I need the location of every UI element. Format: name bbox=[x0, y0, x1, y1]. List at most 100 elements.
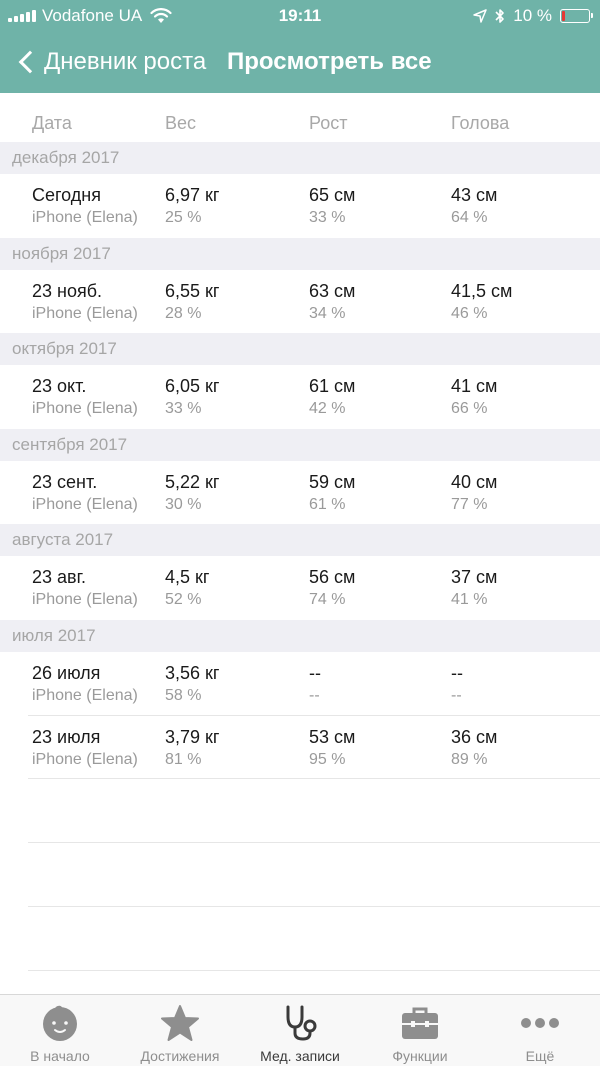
entry-height: 53 см bbox=[309, 727, 356, 747]
tab-home[interactable]: В начало bbox=[0, 995, 120, 1066]
entry-weight-percentile: 28 % bbox=[165, 305, 202, 322]
row-separator bbox=[28, 906, 600, 907]
entry-weight-percentile: 81 % bbox=[165, 751, 202, 768]
entry-head: 41 см bbox=[451, 376, 498, 396]
more-dots-icon bbox=[521, 1018, 559, 1028]
entry-weight: 5,22 кг bbox=[165, 472, 220, 492]
column-header-head: Голова bbox=[451, 113, 510, 133]
column-header-weight: Вес bbox=[165, 113, 197, 133]
entry-date: 26 июля bbox=[32, 663, 101, 683]
entry-source: iPhone (Elena) bbox=[32, 687, 138, 704]
section-header: декабря 2017 bbox=[0, 142, 600, 174]
star-icon bbox=[161, 1005, 199, 1041]
row-separator bbox=[28, 842, 600, 843]
entry-source: iPhone (Elena) bbox=[32, 400, 138, 417]
column-header-date: Дата bbox=[32, 113, 72, 133]
entry-head-percentile: 89 % bbox=[451, 751, 488, 768]
entry-weight-percentile: 33 % bbox=[165, 400, 202, 417]
tab-label: В начало bbox=[30, 1048, 90, 1064]
entry-height: 59 см bbox=[309, 472, 356, 492]
entry-weight-percentile: 30 % bbox=[165, 496, 202, 513]
entry-head: 36 см bbox=[451, 727, 498, 747]
entry-weight: 3,56 кг bbox=[165, 663, 220, 683]
entry-source: iPhone (Elena) bbox=[32, 496, 138, 513]
tab-label: Мед. записи bbox=[260, 1048, 340, 1064]
entry-weight: 4,5 кг bbox=[165, 567, 210, 587]
entry-source: iPhone (Elena) bbox=[32, 591, 138, 608]
row-separator bbox=[28, 970, 600, 971]
entry-weight: 6,97 кг bbox=[165, 185, 220, 205]
location-arrow-icon bbox=[473, 9, 487, 23]
battery-level bbox=[562, 11, 565, 21]
entry-weight: 6,55 кг bbox=[165, 281, 220, 301]
battery-percent: 10 % bbox=[513, 6, 552, 25]
entry-head-percentile: 41 % bbox=[451, 591, 488, 608]
section-header: октября 2017 bbox=[0, 333, 600, 365]
entry-head: 43 см bbox=[451, 185, 498, 205]
entry-height-percentile: 34 % bbox=[309, 305, 346, 322]
section-header: сентября 2017 bbox=[0, 429, 600, 461]
entry-height: -- bbox=[309, 663, 321, 683]
entry-weight-percentile: 58 % bbox=[165, 687, 202, 704]
entry-head-percentile: 77 % bbox=[451, 496, 488, 513]
table-row[interactable]: 23 окт. iPhone (Elena) 6,05 кг 33 % 61 с… bbox=[0, 364, 600, 428]
tab-more[interactable]: Ещё bbox=[480, 995, 600, 1066]
tab-label: Ещё bbox=[525, 1048, 555, 1064]
battery-icon bbox=[560, 9, 593, 23]
entry-height-percentile: 74 % bbox=[309, 591, 346, 608]
toolbox-icon bbox=[402, 1007, 438, 1039]
page-title: Просмотреть все bbox=[227, 48, 432, 75]
entry-source: iPhone (Elena) bbox=[32, 305, 138, 322]
entry-head: 41,5 см bbox=[451, 281, 513, 301]
entry-date: 23 окт. bbox=[32, 376, 87, 396]
table-row[interactable]: 26 июля iPhone (Elena) 3,56 кг 58 % -- -… bbox=[0, 651, 600, 715]
stethoscope-icon bbox=[286, 1005, 317, 1041]
chevron-left-icon bbox=[18, 50, 42, 74]
baby-face-icon bbox=[43, 1005, 77, 1041]
table-row[interactable]: 23 июля iPhone (Elena) 3,79 кг 81 % 53 с… bbox=[0, 715, 600, 779]
entry-weight-percentile: 52 % bbox=[165, 591, 202, 608]
entry-height-percentile: 42 % bbox=[309, 400, 346, 417]
entry-head-percentile: 66 % bbox=[451, 400, 488, 417]
section-header: июля 2017 bbox=[0, 620, 600, 652]
tab-medical-records[interactable]: Мед. записи bbox=[240, 995, 360, 1066]
back-button-label: Дневник роста bbox=[44, 48, 207, 75]
entry-date: 23 нояб. bbox=[32, 281, 103, 301]
entry-date: 23 сент. bbox=[32, 472, 98, 492]
tab-functions[interactable]: Функции bbox=[360, 995, 480, 1066]
entry-head: 40 см bbox=[451, 472, 498, 492]
entry-weight: 3,79 кг bbox=[165, 727, 220, 747]
status-bar: Vodafone UA 19:11 10 % bbox=[0, 0, 600, 32]
entry-height: 65 см bbox=[309, 185, 356, 205]
table-row[interactable]: 23 нояб. iPhone (Elena) 6,55 кг 28 % 63 … bbox=[0, 269, 600, 333]
tab-label: Функции bbox=[392, 1048, 448, 1064]
entry-head-percentile: 46 % bbox=[451, 305, 488, 322]
entry-height: 61 см bbox=[309, 376, 356, 396]
back-button[interactable]: Дневник роста bbox=[16, 40, 206, 84]
bluetooth-icon bbox=[495, 9, 505, 23]
entry-head-percentile: -- bbox=[451, 687, 462, 704]
entry-height: 56 см bbox=[309, 567, 356, 587]
tab-achievements[interactable]: Достижения bbox=[120, 995, 240, 1066]
entry-height: 63 см bbox=[309, 281, 356, 301]
entry-date: 23 июля bbox=[32, 727, 101, 747]
table-row[interactable]: Сегодня iPhone (Elena) 6,97 кг 25 % 65 с… bbox=[0, 173, 600, 237]
entry-source: iPhone (Elena) bbox=[32, 209, 138, 226]
entry-date: 23 авг. bbox=[32, 567, 86, 587]
entry-head: -- bbox=[451, 663, 463, 683]
nav-bar: Дневник роста Просмотреть все bbox=[0, 40, 600, 84]
entry-weight-percentile: 25 % bbox=[165, 209, 202, 226]
entry-source: iPhone (Elena) bbox=[32, 751, 138, 768]
table-row[interactable]: 23 сент. iPhone (Elena) 5,22 кг 30 % 59 … bbox=[0, 460, 600, 524]
section-header: ноября 2017 bbox=[0, 238, 600, 270]
tab-bar: В начало Достижения Мед. записи Функции bbox=[0, 994, 600, 1066]
entry-date: Сегодня bbox=[32, 185, 101, 205]
entry-height-percentile: 33 % bbox=[309, 209, 346, 226]
table-row[interactable]: 23 авг. iPhone (Elena) 4,5 кг 52 % 56 см… bbox=[0, 555, 600, 619]
app-header: Vodafone UA 19:11 10 % Дневник роста Про… bbox=[0, 0, 600, 93]
entry-weight: 6,05 кг bbox=[165, 376, 220, 396]
entry-height-percentile: 95 % bbox=[309, 751, 346, 768]
entry-head: 37 см bbox=[451, 567, 498, 587]
entry-height-percentile: 61 % bbox=[309, 496, 346, 513]
tab-label: Достижения bbox=[140, 1048, 220, 1064]
